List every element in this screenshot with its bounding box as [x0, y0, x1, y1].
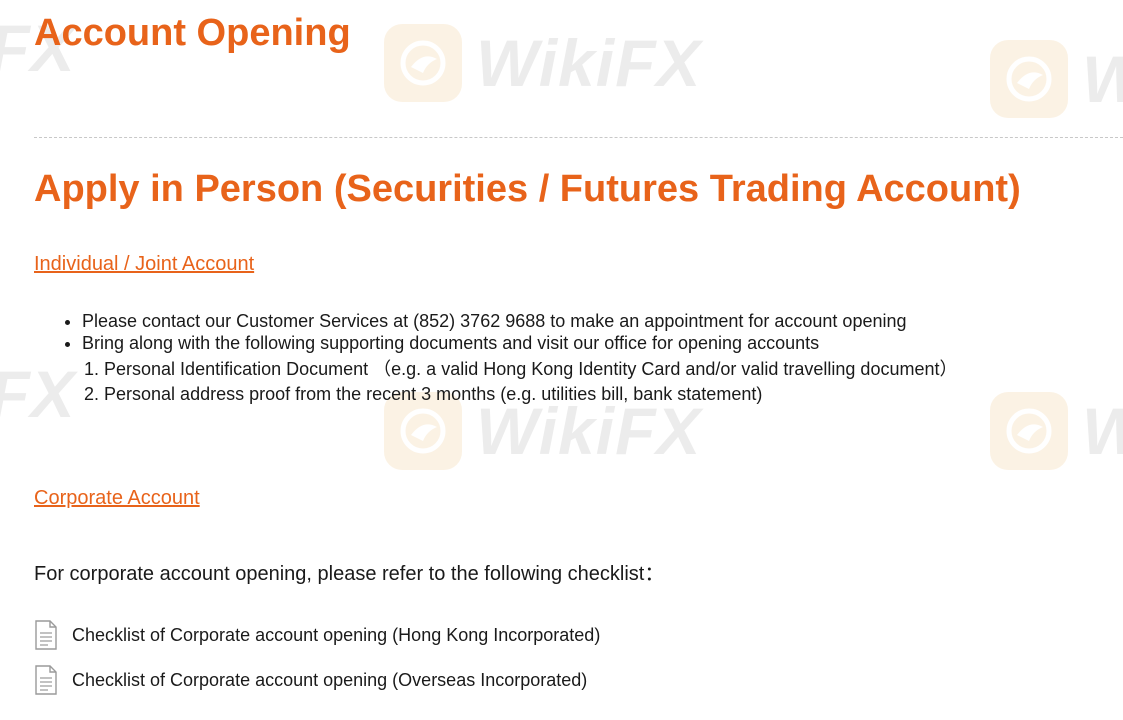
eagle-logo-icon [990, 40, 1068, 118]
checklist-link-overseas[interactable]: Checklist of Corporate account opening (… [34, 665, 587, 695]
checklist-label[interactable]: Checklist of Corporate account opening (… [72, 669, 587, 691]
eagle-logo-icon [990, 392, 1068, 470]
watermark-text: WikiFX [1082, 41, 1123, 117]
watermark-text: iFX [0, 357, 76, 431]
watermark-text: WikiFX [1082, 393, 1123, 469]
list-item: Bring along with the following supportin… [82, 332, 907, 354]
document-list: 1. Personal Identification Document （e.g… [84, 357, 957, 407]
list-item: Please contact our Customer Services at … [82, 310, 907, 332]
list-item: 1. Personal Identification Document （e.g… [84, 359, 958, 379]
page-title: Account Opening [34, 12, 351, 54]
page: iFX WikiFX WikiFX iFX WikiFX WikiFX Acco… [0, 0, 1123, 720]
watermark: WikiFX [990, 392, 1123, 470]
watermark: iFX [0, 356, 76, 432]
checklist-label[interactable]: Checklist of Corporate account opening (… [72, 624, 600, 646]
corporate-account-link[interactable]: Corporate Account [34, 486, 200, 510]
eagle-logo-icon [384, 24, 462, 102]
document-icon [35, 620, 57, 650]
corporate-intro-text: For corporate account opening, please re… [34, 563, 665, 585]
checklist-link-hong-kong[interactable]: Checklist of Corporate account opening (… [34, 620, 600, 650]
watermark: WikiFX [990, 40, 1123, 118]
watermark-text: WikiFX [476, 26, 702, 100]
list-item: 2. Personal address proof from the recen… [84, 384, 763, 404]
document-icon [35, 665, 57, 695]
watermark: WikiFX [384, 24, 701, 102]
instruction-list: Please contact our Customer Services at … [60, 310, 907, 354]
dashed-divider [34, 137, 1123, 138]
individual-joint-account-link[interactable]: Individual / Joint Account [34, 252, 254, 276]
section-title: Apply in Person (Securities / Futures Tr… [34, 168, 1021, 210]
